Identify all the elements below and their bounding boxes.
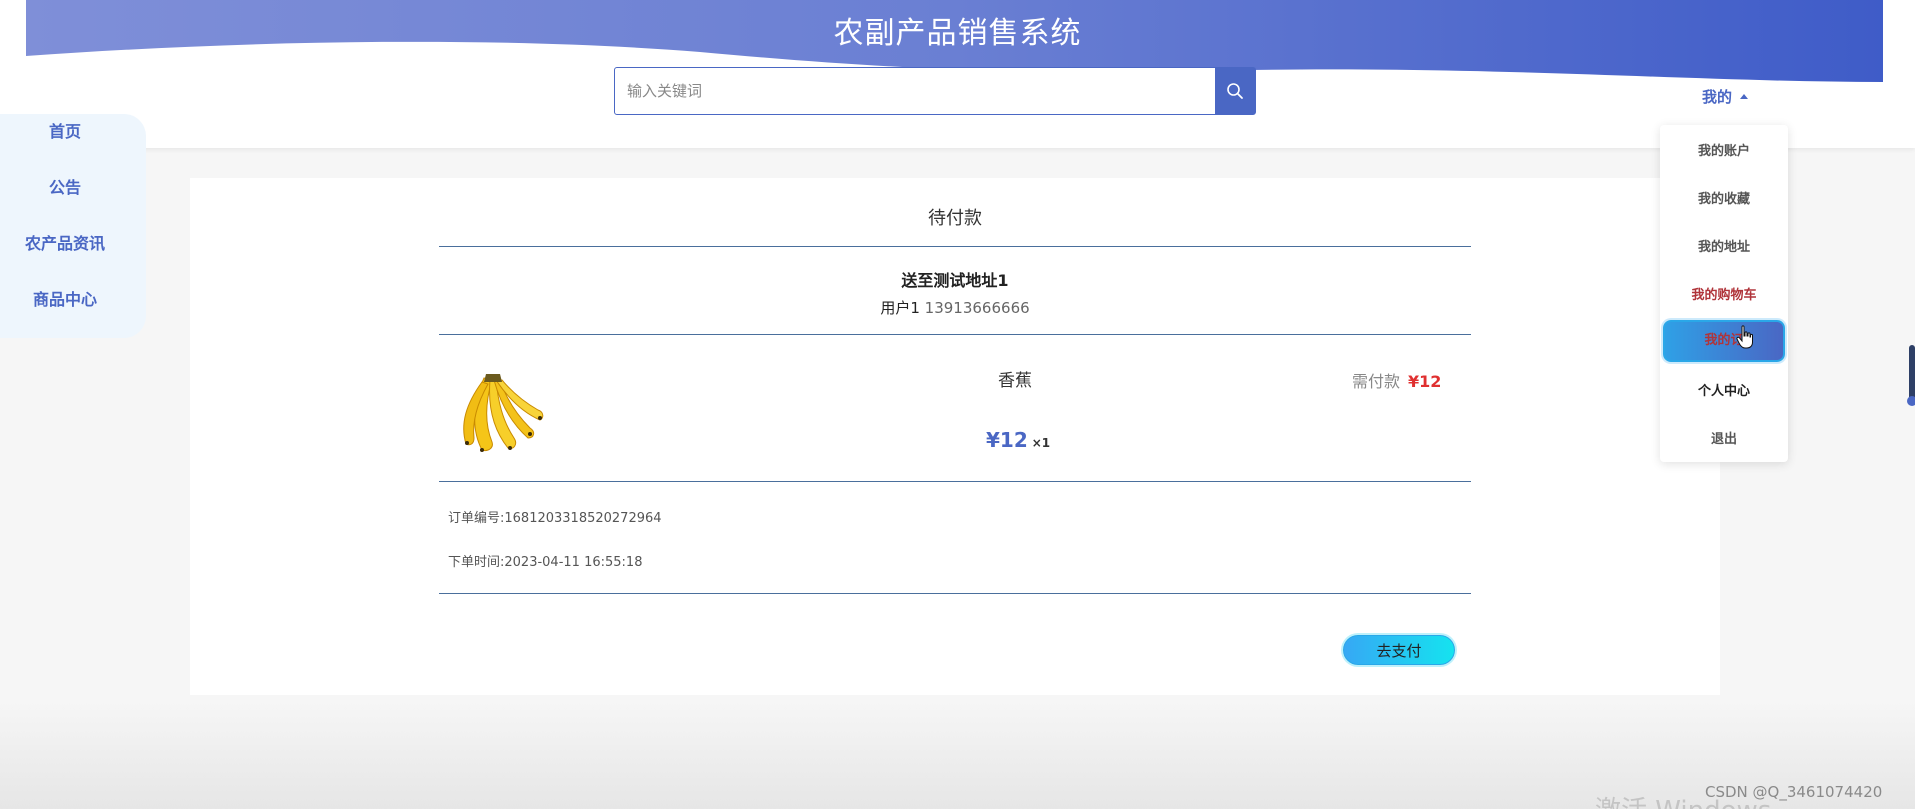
side-nav: 首页 公告 农产品资讯 商品中心 [0, 114, 146, 338]
dropdown-item-account[interactable]: 我的账户 [1660, 140, 1788, 159]
search-button[interactable] [1215, 68, 1255, 114]
caret-up-icon [1740, 94, 1749, 99]
divider [439, 334, 1471, 335]
scrollbar-handle[interactable] [1907, 396, 1915, 406]
side-nav-item-home[interactable]: 首页 [0, 118, 130, 142]
search-input[interactable] [615, 68, 1215, 114]
order-status-title: 待付款 [928, 208, 982, 229]
banana-icon [463, 374, 544, 452]
my-menu-trigger[interactable]: 我的 [1702, 86, 1749, 107]
amount-due-label: 需付款 [1352, 372, 1401, 391]
recipient-info: 用户1 13913666666 [190, 297, 1720, 318]
dropdown-item-cart[interactable]: 我的购物车 [1660, 284, 1788, 303]
site-title: 农副产品销售系统 [833, 16, 1082, 51]
recipient-phone: 13913666666 [924, 299, 1030, 317]
order-number-value: 1681203318520272964 [504, 511, 662, 526]
dropdown-item-logout[interactable]: 退出 [1660, 428, 1788, 447]
product-price-value: ¥12 [986, 428, 1028, 452]
dropdown-item-orders[interactable]: 我的订 [1663, 320, 1785, 362]
order-time: 下单时间:2023-04-11 16:55:18 [448, 551, 642, 570]
delivery-address: 送至测试地址1 [901, 271, 1009, 290]
dropdown-item-profile[interactable]: 个人中心 [1660, 380, 1788, 399]
amount-due: 需付款 ¥12 [1352, 368, 1441, 392]
my-menu-label: 我的 [1702, 88, 1733, 106]
side-nav-item-announcements[interactable]: 公告 [0, 174, 130, 198]
recipient-name: 用户1 [880, 299, 920, 317]
csdn-watermark: CSDN @Q_3461074420 [1705, 783, 1883, 801]
order-time-value: 2023-04-11 16:55:18 [504, 555, 643, 570]
product-quantity: ×1 [1031, 436, 1051, 450]
search-icon [1227, 83, 1243, 99]
order-detail-panel: 待付款 送至测试地址1 用户1 13913666666 香蕉 ¥12 ×1 需付款… [190, 178, 1720, 695]
order-time-label: 下单时间: [448, 555, 505, 570]
amount-due-value: ¥12 [1408, 372, 1442, 391]
pay-button[interactable]: 去支付 [1343, 635, 1455, 665]
side-nav-item-news[interactable]: 农产品资讯 [0, 230, 130, 254]
side-nav-item-products[interactable]: 商品中心 [0, 286, 130, 310]
product-price: ¥12 ×1 [986, 428, 1050, 452]
order-number-label: 订单编号: [448, 511, 505, 526]
product-name: 香蕉 [998, 371, 1032, 391]
dropdown-item-address[interactable]: 我的地址 [1660, 236, 1788, 255]
divider [439, 593, 1471, 594]
order-number: 订单编号:1681203318520272964 [448, 507, 662, 526]
hand-cursor-icon [1736, 325, 1753, 349]
my-menu-dropdown: 我的账户 我的收藏 我的地址 我的购物车 我的订 个人中心 退出 [1660, 125, 1788, 462]
dropdown-item-favorites[interactable]: 我的收藏 [1660, 188, 1788, 207]
divider [439, 481, 1471, 482]
search-bar [614, 67, 1256, 115]
divider [439, 246, 1471, 247]
